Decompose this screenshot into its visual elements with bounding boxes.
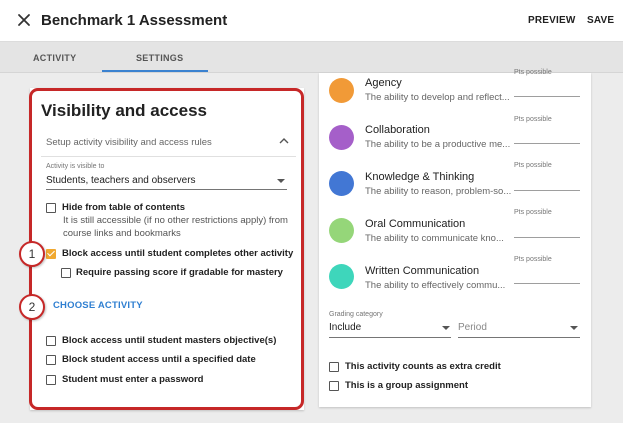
- group-assignment-label: This is a group assignment: [345, 380, 468, 391]
- objective-color-dot: [329, 264, 354, 289]
- extra-credit-label: This activity counts as extra credit: [345, 361, 501, 372]
- tab-activity[interactable]: ACTIVITY: [33, 53, 76, 63]
- objective-description: The ability to be a productive me...: [365, 139, 511, 150]
- pts-possible-label: Pts possible: [514, 69, 552, 76]
- pts-possible-label: Pts possible: [514, 256, 552, 263]
- objective-color-dot: [329, 171, 354, 196]
- objective-name: Agency: [365, 77, 402, 89]
- close-icon[interactable]: [16, 12, 32, 28]
- pts-possible-input[interactable]: [514, 190, 580, 191]
- save-button[interactable]: SAVE: [587, 15, 614, 26]
- objective-name: Written Communication: [365, 265, 480, 277]
- objective-name: Collaboration: [365, 124, 430, 136]
- preview-button[interactable]: PREVIEW: [528, 15, 576, 26]
- pts-possible-input[interactable]: [514, 96, 580, 97]
- objective-color-dot: [329, 78, 354, 103]
- dropdown-arrow-icon[interactable]: [442, 326, 450, 330]
- objective-description: The ability to reason, problem-so...: [365, 186, 512, 197]
- period-select[interactable]: Period: [458, 322, 487, 333]
- objective-description: The ability to communicate kno...: [365, 233, 504, 244]
- page-title: Benchmark 1 Assessment: [41, 12, 228, 29]
- pts-possible-label: Pts possible: [514, 116, 552, 123]
- pts-possible-label: Pts possible: [514, 162, 552, 169]
- pts-possible-label: Pts possible: [514, 209, 552, 216]
- objective-color-dot: [329, 218, 354, 243]
- select-underline: [329, 337, 451, 338]
- callout-badge: 1: [19, 241, 45, 267]
- pts-possible-input[interactable]: [514, 237, 580, 238]
- top-bar: Benchmark 1 Assessment PREVIEW SAVE: [0, 0, 623, 42]
- grading-category-select[interactable]: Include: [329, 322, 361, 333]
- tab-settings[interactable]: SETTINGS: [136, 53, 183, 63]
- extra-credit-checkbox[interactable]: [329, 362, 339, 372]
- objective-color-dot: [329, 125, 354, 150]
- objective-description: The ability to effectively commu...: [365, 280, 506, 291]
- dropdown-arrow-icon[interactable]: [570, 326, 578, 330]
- callout-badge: 2: [19, 294, 45, 320]
- pts-possible-input[interactable]: [514, 283, 580, 284]
- objective-name: Knowledge & Thinking: [365, 171, 475, 183]
- grading-category-label: Grading category: [329, 311, 383, 318]
- pts-possible-input[interactable]: [514, 143, 580, 144]
- highlight-outline: [29, 88, 304, 410]
- active-tab-indicator: [102, 70, 208, 72]
- objective-name: Oral Communication: [365, 218, 466, 230]
- select-underline: [458, 337, 580, 338]
- group-assignment-checkbox[interactable]: [329, 381, 339, 391]
- objective-description: The ability to develop and reflect...: [365, 92, 510, 103]
